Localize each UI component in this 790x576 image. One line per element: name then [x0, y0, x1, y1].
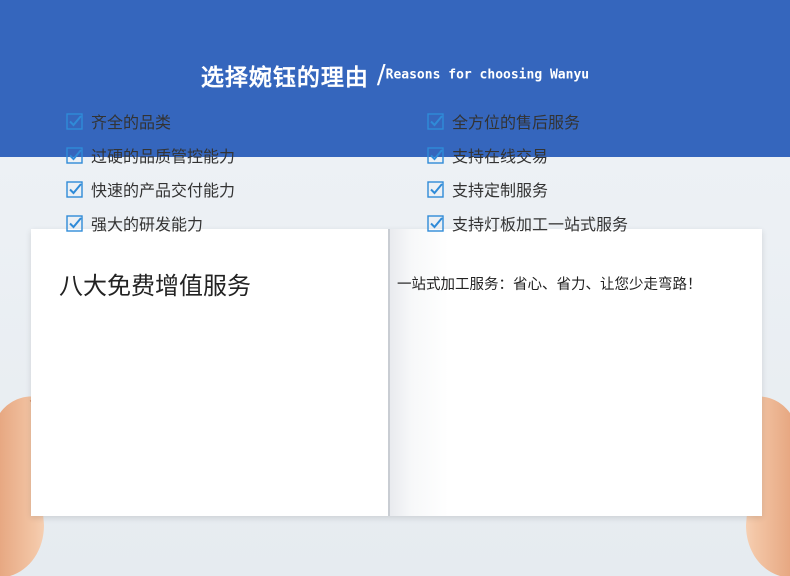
checkbox-checked-icon: [66, 146, 83, 164]
list-item-label: 强大的研发能力: [91, 215, 204, 234]
list-item-label: 过硬的品质管控能力: [91, 147, 236, 166]
checkbox-checked-icon: [427, 214, 444, 232]
left-heading: 八大免费增值服务: [59, 272, 251, 300]
list-item-label: 支持定制服务: [452, 181, 549, 200]
right-service-list: 全方位的售后服务 支持在线交易 支持定制服务 支持灯板加工一站式服务: [427, 104, 628, 240]
checkbox-checked-icon: [66, 214, 83, 232]
list-item-label: 支持在线交易: [452, 147, 549, 166]
list-item: 强大的研发能力: [66, 206, 235, 240]
left-service-list: 齐全的品类 过硬的品质管控能力 快速的产品交付能力 强大的研发能力: [66, 104, 235, 240]
checkbox-checked-icon: [66, 112, 83, 130]
list-item: 支持定制服务: [427, 172, 628, 206]
title-slash: /: [376, 60, 386, 90]
list-item: 快速的产品交付能力: [66, 172, 235, 206]
checkbox-checked-icon: [66, 180, 83, 198]
right-heading: 一站式加工服务：省心、省力、让您少走弯路！: [397, 277, 702, 293]
checkbox-checked-icon: [427, 180, 444, 198]
list-item: 支持灯板加工一站式服务: [427, 206, 628, 240]
list-item-label: 全方位的售后服务: [452, 113, 581, 132]
checkbox-checked-icon: [427, 146, 444, 164]
list-item-label: 快速的产品交付能力: [91, 181, 236, 200]
title-chinese: 选择婉钰的理由: [200, 65, 369, 91]
list-item: 全方位的售后服务: [427, 104, 628, 138]
checkbox-checked-icon: [427, 112, 444, 130]
title-english: Reasons for choosing Wanyu: [385, 67, 590, 83]
list-item: 支持在线交易: [427, 138, 628, 172]
card-fold-line: [388, 229, 390, 516]
list-item-label: 齐全的品类: [91, 113, 172, 132]
list-item-label: 支持灯板加工一站式服务: [452, 215, 629, 234]
list-item: 齐全的品类: [66, 104, 235, 138]
page-title: 选择婉钰的理由 /Reasons for choosing Wanyu: [0, 58, 790, 92]
list-item: 过硬的品质管控能力: [66, 138, 235, 172]
services-card: 八大免费增值服务 一站式加工服务：省心、省力、让您少走弯路！: [31, 229, 762, 516]
